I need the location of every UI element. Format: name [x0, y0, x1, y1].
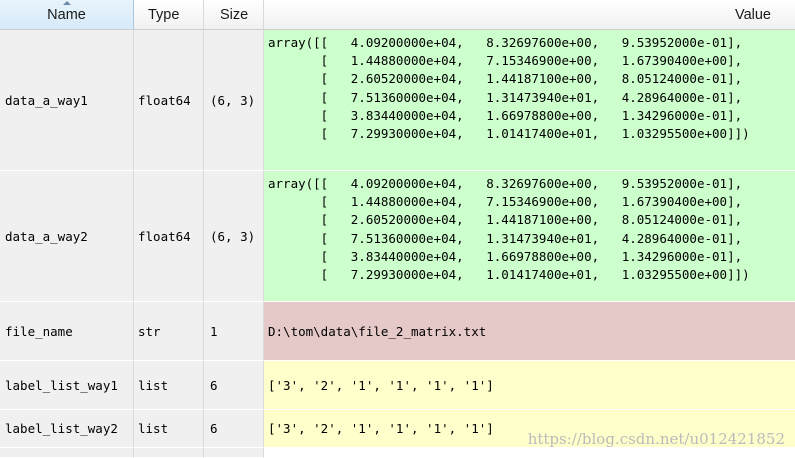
empty-row-cell — [204, 448, 264, 458]
variable-size-cell: 1 — [204, 302, 264, 361]
variable-size-cell: (6, 3) — [204, 171, 264, 302]
variable-name-cell[interactable]: data_a_way2 — [0, 171, 134, 302]
variable-value-cell[interactable]: ['3', '2', '1', '1', '1', '1'] — [264, 361, 795, 410]
variable-size-cell: (6, 3) — [204, 30, 264, 171]
list-value-text: ['3', '2', '1', '1', '1', '1'] — [268, 377, 494, 393]
column-header-size[interactable]: Size — [204, 0, 264, 30]
sort-ascending-icon — [62, 1, 71, 5]
array-value-text: array([[ 4.09200000e+04, 8.32697600e+00,… — [268, 176, 750, 283]
empty-row-value-cell — [264, 448, 795, 458]
column-header-name-label: Name — [47, 6, 86, 23]
empty-row-cell — [0, 448, 134, 458]
variable-size-cell: 6 — [204, 361, 264, 410]
variable-value-cell[interactable]: D:\tom\data\file_2_matrix.txt — [264, 302, 795, 361]
column-header-value[interactable]: Value — [264, 0, 795, 30]
variable-explorer-table: Name Type Size Value data_a_way1 float64… — [0, 0, 795, 458]
empty-row-cell — [134, 448, 204, 458]
variable-type-cell: str — [134, 302, 204, 361]
variable-type-cell: float64 — [134, 30, 204, 171]
column-header-value-label: Value — [734, 6, 771, 23]
variable-type-cell: list — [134, 361, 204, 410]
column-header-size-label: Size — [220, 6, 249, 23]
array-value-text: array([[ 4.09200000e+04, 8.32697600e+00,… — [268, 35, 750, 142]
variable-name-cell[interactable]: label_list_way1 — [0, 361, 134, 410]
variable-type-cell: list — [134, 410, 204, 448]
watermark-url: https://blog.csdn.net/u012421852 — [527, 430, 785, 448]
column-header-type-label: Type — [148, 6, 180, 23]
variable-type-cell: float64 — [134, 171, 204, 302]
variable-name-cell[interactable]: data_a_way1 — [0, 30, 134, 171]
variable-value-cell[interactable]: array([[ 4.09200000e+04, 8.32697600e+00,… — [264, 171, 795, 302]
string-value-text: D:\tom\data\file_2_matrix.txt — [268, 323, 487, 339]
list-value-text: ['3', '2', '1', '1', '1', '1'] — [268, 421, 494, 436]
column-header-type[interactable]: Type — [134, 0, 204, 30]
variable-name-cell[interactable]: file_name — [0, 302, 134, 361]
variable-value-cell[interactable]: array([[ 4.09200000e+04, 8.32697600e+00,… — [264, 30, 795, 171]
column-header-name[interactable]: Name — [0, 0, 134, 30]
variable-name-cell[interactable]: label_list_way2 — [0, 410, 134, 448]
variable-size-cell: 6 — [204, 410, 264, 448]
